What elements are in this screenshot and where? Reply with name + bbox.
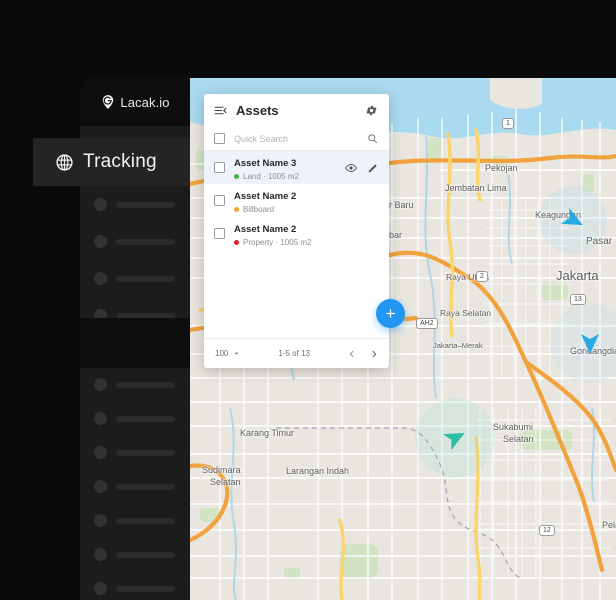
skeleton-avatar — [94, 412, 107, 425]
sidebar-skeleton-item — [94, 446, 175, 459]
asset-status-dot — [234, 240, 239, 245]
sidebar-skeleton-item — [94, 378, 175, 391]
assets-panel-title: Assets — [236, 103, 279, 118]
chevron-right-icon[interactable] — [370, 349, 378, 359]
eye-icon[interactable] — [345, 162, 357, 174]
asset-checkbox[interactable] — [214, 228, 225, 239]
per-page-select[interactable]: 100 — [215, 349, 240, 358]
sidebar-skeleton-item — [94, 514, 175, 527]
globe-icon — [56, 153, 73, 171]
skeleton-label — [116, 201, 175, 208]
skeleton-avatar — [94, 378, 107, 391]
asset-meta: Land · 1005 m2 — [234, 171, 336, 183]
asset-meta: Property · 1005 m2 — [234, 237, 379, 249]
asset-row-actions — [345, 162, 379, 174]
assets-panel: Assets Asset Name 3Land · 1005 m2Asset N… — [204, 94, 405, 368]
tracking-tab-label: Tracking — [83, 151, 157, 172]
brand-logo[interactable]: Lacak.io — [80, 78, 190, 126]
tracking-tab[interactable]: Tracking — [33, 138, 190, 186]
asset-meta-text: Property · 1005 m2 — [243, 237, 312, 247]
sidebar-skeleton-item — [94, 480, 175, 493]
skeleton-label — [116, 238, 175, 245]
skeleton-avatar — [94, 446, 107, 459]
skeleton-avatar — [94, 480, 107, 493]
skeleton-avatar — [94, 272, 107, 285]
sidebar-skeleton-item — [94, 412, 175, 425]
add-asset-fab[interactable] — [376, 299, 405, 328]
highway-shield-icon: 1 — [502, 118, 514, 129]
asset-checkbox[interactable] — [214, 195, 225, 206]
sidebar-divider — [80, 318, 190, 368]
skeleton-label — [116, 551, 175, 558]
assets-panel-footer: 100 1-5 of 13 — [204, 338, 389, 368]
asset-meta: Billboard — [234, 204, 379, 216]
asset-name: Asset Name 3 — [234, 157, 297, 169]
asset-status-dot — [234, 207, 239, 212]
asset-info: Asset Name 2 Property · 1005 m2 — [234, 219, 379, 249]
skeleton-label — [116, 517, 175, 524]
asset-name: Asset Name 2 — [234, 223, 297, 235]
quick-search-row[interactable] — [204, 127, 389, 151]
highway-shield-icon: AH2 — [416, 318, 438, 329]
asset-name: Asset Name 2 — [234, 190, 297, 202]
assets-panel-header: Assets — [204, 94, 389, 127]
asset-meta-text: Land · 1005 m2 — [243, 171, 300, 181]
skeleton-label — [116, 585, 175, 592]
pagination-controls — [348, 349, 378, 359]
sidebar-skeleton-item — [94, 235, 175, 248]
asset-status-dot — [234, 174, 239, 179]
location-pin-swirl-logo-icon — [103, 95, 114, 109]
asset-info: Asset Name 3 Land · 1005 m2 — [234, 153, 336, 183]
skeleton-label — [116, 381, 175, 388]
sidebar-skeleton-item — [94, 582, 175, 595]
chevron-down-icon — [234, 352, 239, 355]
checkbox-unchecked-icon[interactable] — [214, 133, 225, 144]
sidebar-skeleton-item — [94, 272, 175, 285]
skeleton-label — [116, 449, 175, 456]
skeleton-avatar — [94, 514, 107, 527]
skeleton-label — [116, 415, 175, 422]
skeleton-avatar — [94, 582, 107, 595]
asset-checkbox[interactable] — [214, 162, 225, 173]
skeleton-avatar — [94, 548, 107, 561]
asset-list-item[interactable]: Asset Name 3 Land · 1005 m2 — [204, 151, 389, 184]
sidebar-skeleton-group-bottom — [80, 368, 190, 600]
sidebar-skeleton-item — [94, 548, 175, 561]
highway-shield-icon: 13 — [570, 294, 586, 305]
search-input[interactable] — [234, 133, 358, 144]
gear-icon[interactable] — [365, 104, 378, 117]
search-icon[interactable] — [367, 133, 378, 144]
highway-shield-icon: 2 — [476, 271, 488, 282]
pagination-range: 1-5 of 13 — [278, 349, 310, 358]
skeleton-avatar — [94, 198, 107, 211]
skeleton-label — [116, 275, 175, 282]
asset-list-item[interactable]: Asset Name 2 Billboard — [204, 184, 389, 217]
asset-list-item[interactable]: Asset Name 2 Property · 1005 m2 — [204, 217, 389, 250]
pencil-icon[interactable] — [367, 162, 379, 174]
skeleton-avatar — [94, 235, 107, 248]
plus-icon — [386, 309, 395, 318]
filter-list-icon[interactable] — [214, 104, 227, 117]
asset-meta-text: Billboard — [243, 204, 275, 214]
assets-list: Asset Name 3 Land · 1005 m2 Asset Name 2 Bi… — [204, 151, 389, 338]
skeleton-label — [116, 483, 175, 490]
per-page-value: 100 — [215, 349, 229, 358]
asset-info: Asset Name 2 Billboard — [234, 186, 379, 216]
screenshot-root: PekojanJembatan LimaJelambar BaruKeagung… — [0, 0, 616, 600]
brand-name: Lacak.io — [120, 94, 170, 110]
chevron-left-icon[interactable] — [348, 349, 356, 359]
sidebar-skeleton-item — [94, 198, 175, 211]
highway-shield-icon: 12 — [539, 525, 555, 536]
